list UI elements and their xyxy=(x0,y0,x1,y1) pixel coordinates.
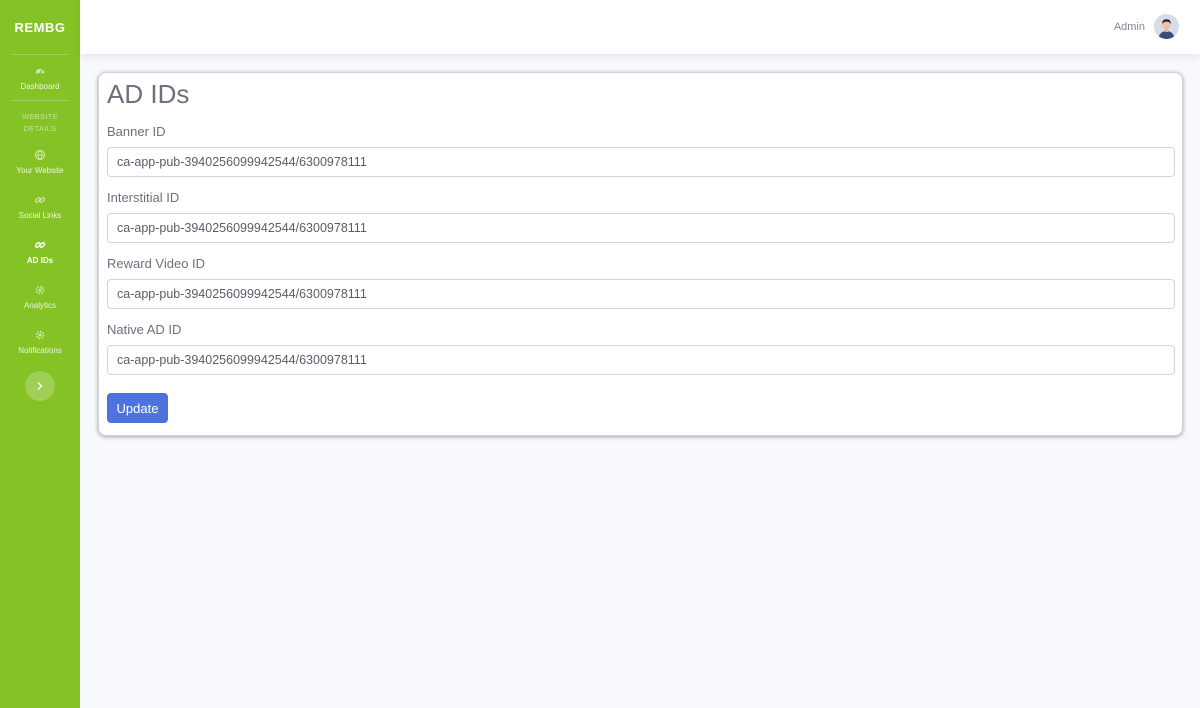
link-icon xyxy=(34,242,46,248)
chevron-right-icon xyxy=(37,382,43,390)
sidebar-item-notifications[interactable]: Notifications xyxy=(0,319,80,364)
user-menu[interactable]: Admin xyxy=(1114,14,1179,39)
sidebar-toggle-button[interactable] xyxy=(25,371,55,401)
sidebar-item-your-website[interactable]: Your Website xyxy=(0,139,80,184)
brand-logo[interactable]: REMBG xyxy=(0,0,80,54)
sidebar-item-label: Notifications xyxy=(18,346,62,355)
sidebar-item-ad-ids[interactable]: AD IDs xyxy=(0,229,80,274)
gear-icon xyxy=(35,285,45,295)
sidebar-item-analytics[interactable]: Analytics xyxy=(0,274,80,319)
native-ad-id-input[interactable] xyxy=(107,345,1175,375)
native-ad-id-label: Native AD ID xyxy=(107,322,182,337)
reward-video-id-label: Reward Video ID xyxy=(107,256,206,271)
update-button[interactable]: Update xyxy=(107,393,168,423)
dashboard-icon xyxy=(35,68,45,74)
user-avatar-icon xyxy=(1154,14,1179,39)
globe-icon xyxy=(34,149,46,161)
ad-ids-card: AD IDs Banner ID Interstitial ID Reward … xyxy=(98,72,1183,436)
reward-video-id-input[interactable] xyxy=(107,279,1175,309)
user-name: Admin xyxy=(1113,20,1145,33)
topbar: Admin xyxy=(80,0,1200,54)
sidebar: REMBG Dashboard WEBSITE DETAILS Your Web… xyxy=(0,0,80,708)
sidebar-heading: WEBSITE DETAILS xyxy=(22,112,58,133)
sidebar-item-label: Analytics xyxy=(23,301,56,310)
avatar[interactable] xyxy=(1154,14,1179,39)
banner-id-label: Banner ID xyxy=(107,124,166,139)
sidebar-item-label: Your Website xyxy=(16,166,64,175)
sidebar-item-dashboard[interactable]: Dashboard xyxy=(0,55,80,100)
interstitial-id-label: Interstitial ID xyxy=(107,190,180,205)
page-title: AD IDs xyxy=(107,79,190,109)
gear-icon xyxy=(35,330,45,340)
link-icon xyxy=(34,197,46,203)
banner-id-input[interactable] xyxy=(107,147,1175,177)
sidebar-item-label: Social Links xyxy=(18,211,62,220)
sidebar-item-social-links[interactable]: Social Links xyxy=(0,184,80,229)
sidebar-item-label: Dashboard xyxy=(20,82,60,91)
sidebar-item-label: AD IDs xyxy=(26,256,54,265)
interstitial-id-input[interactable] xyxy=(107,213,1175,243)
